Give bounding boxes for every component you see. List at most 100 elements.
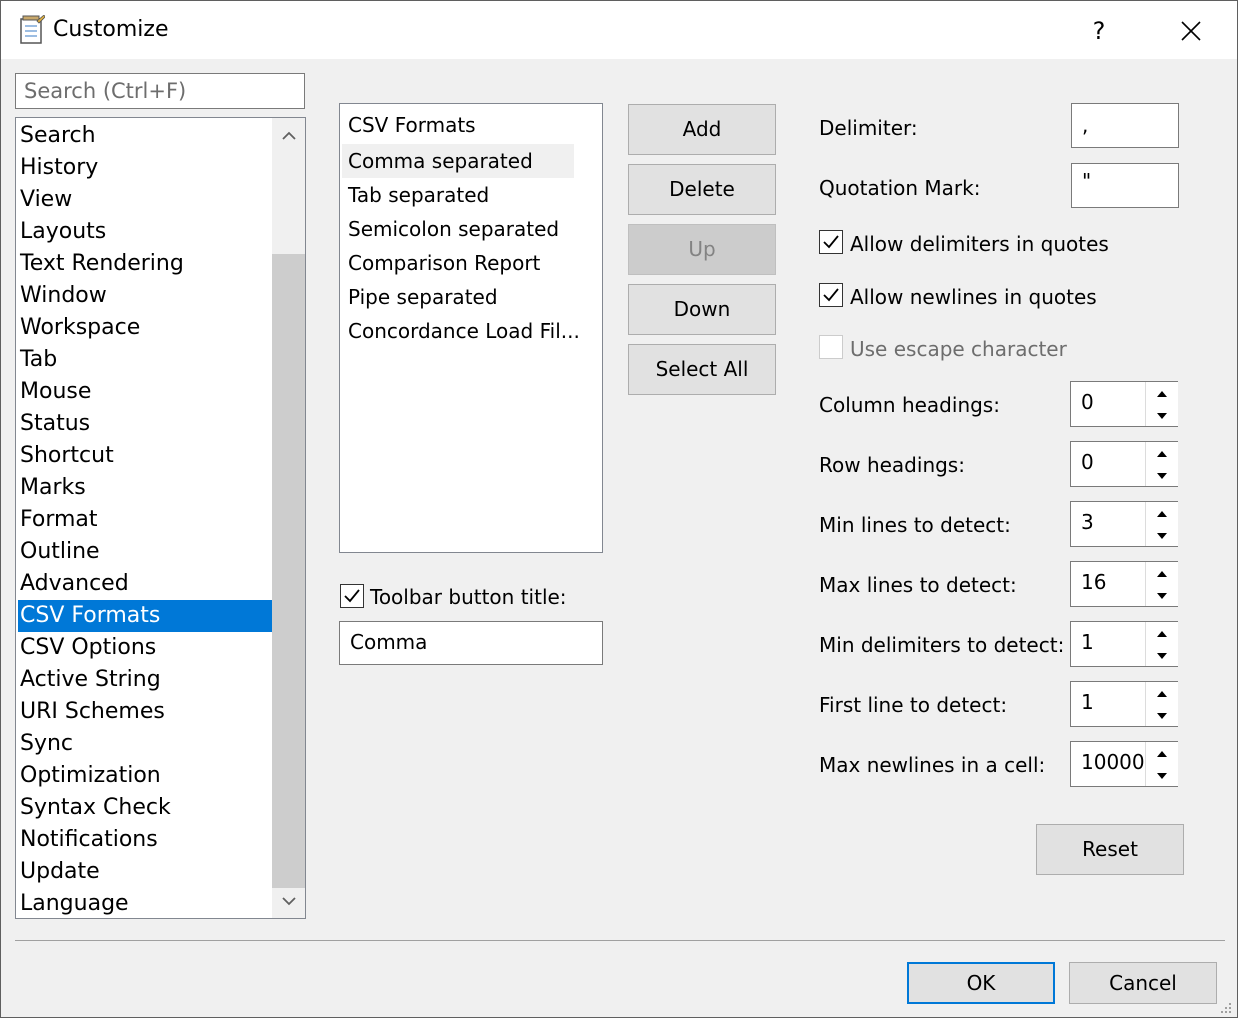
category-item-sync[interactable]: Sync: [18, 728, 274, 760]
max-newlines-stepper[interactable]: 10000: [1070, 741, 1178, 787]
use-escape-checkbox[interactable]: [819, 335, 843, 359]
category-item-search[interactable]: Search: [18, 120, 274, 152]
decrement-button[interactable]: [1145, 464, 1178, 486]
format-item-comparison-report[interactable]: Comparison Report: [342, 246, 574, 280]
category-item-language[interactable]: Language: [18, 888, 274, 918]
increment-button[interactable]: [1145, 622, 1178, 645]
category-item-workspace[interactable]: Workspace: [18, 312, 274, 344]
format-item-csv-formats[interactable]: CSV Formats: [342, 108, 574, 142]
min-delimiters-value[interactable]: 1: [1081, 630, 1094, 654]
toolbar-title-input[interactable]: Comma: [339, 621, 603, 665]
min-delimiters-stepper[interactable]: 1: [1070, 621, 1178, 667]
chevron-down-icon: [281, 897, 296, 906]
add-button[interactable]: Add: [628, 104, 776, 155]
format-item-semicolon-separated[interactable]: Semicolon separated: [342, 212, 574, 246]
triangle-up-icon: [1157, 571, 1167, 577]
toolbar-title-label: Toolbar button title:: [370, 585, 567, 609]
category-item-csv-options[interactable]: CSV Options: [18, 632, 274, 664]
delimiter-label: Delimiter:: [819, 116, 918, 140]
allow-newlines-checkbox[interactable]: [819, 283, 843, 307]
increment-button[interactable]: [1145, 682, 1178, 705]
notepad-icon: [17, 14, 46, 45]
scroll-thumb[interactable]: [272, 254, 305, 888]
category-item-update[interactable]: Update: [18, 856, 274, 888]
format-item-concordance-load-file[interactable]: Concordance Load Fil...: [342, 314, 580, 348]
triangle-down-icon: [1157, 713, 1167, 719]
footer-divider: [15, 940, 1225, 941]
format-item-comma-separated[interactable]: Comma separated: [342, 144, 574, 178]
column-headings-value[interactable]: 0: [1081, 390, 1094, 414]
decrement-button[interactable]: [1145, 764, 1178, 786]
category-item-status[interactable]: Status: [18, 408, 274, 440]
decrement-button[interactable]: [1145, 644, 1178, 666]
quotation-mark-field[interactable]: ": [1071, 163, 1179, 208]
category-item-notifications[interactable]: Notifications: [18, 824, 274, 856]
category-item-format[interactable]: Format: [18, 504, 274, 536]
category-item-mouse[interactable]: Mouse: [18, 376, 274, 408]
min-lines-stepper[interactable]: 3: [1070, 501, 1178, 547]
resize-grip-icon[interactable]: [1215, 997, 1233, 1015]
toolbar-title-checkbox[interactable]: [340, 584, 364, 608]
first-line-stepper[interactable]: 1: [1070, 681, 1178, 727]
decrement-button[interactable]: [1145, 404, 1178, 426]
checkmark-icon: [344, 589, 360, 603]
search-box: [15, 73, 305, 109]
category-item-tab[interactable]: Tab: [18, 344, 274, 376]
ok-button[interactable]: OK: [907, 962, 1055, 1004]
category-item-marks[interactable]: Marks: [18, 472, 274, 504]
category-item-csv-formats[interactable]: CSV Formats: [18, 600, 274, 632]
delimiter-field[interactable]: ,: [1071, 103, 1179, 148]
category-item-syntax-check[interactable]: Syntax Check: [18, 792, 274, 824]
category-item-advanced[interactable]: Advanced: [18, 568, 274, 600]
decrement-button[interactable]: [1145, 584, 1178, 606]
format-item-pipe-separated[interactable]: Pipe separated: [342, 280, 574, 314]
decrement-button[interactable]: [1145, 524, 1178, 546]
allow-delimiters-checkbox[interactable]: [819, 230, 843, 254]
category-item-layouts[interactable]: Layouts: [18, 216, 274, 248]
scroll-up-button[interactable]: [272, 120, 305, 152]
delete-button[interactable]: Delete: [628, 164, 776, 215]
customize-dialog: Customize ? Search History View Layouts …: [0, 0, 1238, 1018]
select-all-button[interactable]: Select All: [628, 344, 776, 395]
max-lines-value[interactable]: 16: [1081, 570, 1106, 594]
row-headings-value[interactable]: 0: [1081, 450, 1094, 474]
first-line-value[interactable]: 1: [1081, 690, 1094, 714]
category-item-shortcut[interactable]: Shortcut: [18, 440, 274, 472]
format-item-tab-separated[interactable]: Tab separated: [342, 178, 574, 212]
category-item-outline[interactable]: Outline: [18, 536, 274, 568]
increment-button[interactable]: [1145, 442, 1178, 465]
scroll-down-button[interactable]: [272, 886, 305, 918]
help-button[interactable]: ?: [1081, 11, 1117, 51]
max-lines-label: Max lines to detect:: [819, 573, 1017, 597]
increment-button[interactable]: [1145, 742, 1178, 765]
decrement-button[interactable]: [1145, 704, 1178, 726]
triangle-down-icon: [1157, 593, 1167, 599]
csv-format-list: CSV Formats Comma separated Tab separate…: [339, 103, 603, 553]
category-item-view[interactable]: View: [18, 184, 274, 216]
category-item-active-string[interactable]: Active String: [18, 664, 274, 696]
increment-button[interactable]: [1145, 382, 1178, 405]
category-item-optimization[interactable]: Optimization: [18, 760, 274, 792]
min-lines-value[interactable]: 3: [1081, 510, 1094, 534]
down-button[interactable]: Down: [628, 284, 776, 335]
increment-button[interactable]: [1145, 562, 1178, 585]
category-scrollbar[interactable]: [272, 118, 305, 918]
close-button[interactable]: [1169, 11, 1213, 51]
up-button[interactable]: Up: [628, 224, 776, 275]
window-title: Customize: [53, 17, 169, 42]
category-item-text-rendering[interactable]: Text Rendering: [18, 248, 274, 280]
search-input[interactable]: [16, 74, 304, 108]
first-line-label: First line to detect:: [819, 693, 1008, 717]
cancel-button[interactable]: Cancel: [1069, 962, 1217, 1004]
title-bar[interactable]: Customize ?: [1, 1, 1237, 59]
allow-delimiters-label: Allow delimiters in quotes: [850, 232, 1109, 256]
increment-button[interactable]: [1145, 502, 1178, 525]
max-newlines-value[interactable]: 10000: [1081, 750, 1145, 774]
category-item-history[interactable]: History: [18, 152, 274, 184]
reset-button[interactable]: Reset: [1036, 824, 1184, 875]
category-item-uri-schemes[interactable]: URI Schemes: [18, 696, 274, 728]
category-item-window[interactable]: Window: [18, 280, 274, 312]
row-headings-stepper[interactable]: 0: [1070, 441, 1178, 487]
column-headings-stepper[interactable]: 0: [1070, 381, 1178, 427]
max-lines-stepper[interactable]: 16: [1070, 561, 1178, 607]
